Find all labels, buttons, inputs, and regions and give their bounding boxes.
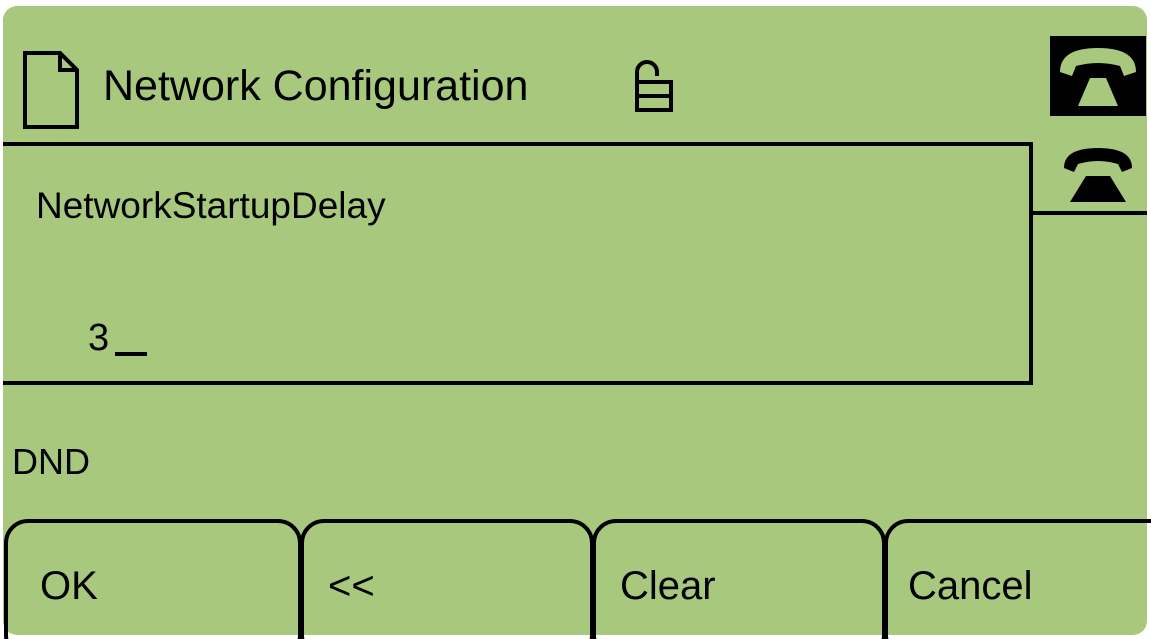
softkey-label: <<	[328, 564, 375, 608]
status-text: DND	[12, 441, 90, 482]
text-cursor	[115, 352, 147, 356]
softkey-label: Clear	[620, 564, 716, 608]
cancel-softkey[interactable]: Cancel	[884, 519, 1151, 639]
parameter-value-input[interactable]: 3	[88, 314, 109, 362]
parameter-name: NetworkStartupDelay	[36, 185, 386, 226]
phone-handset-offhook-icon[interactable]	[1050, 36, 1146, 116]
phone-screen: Network Configuration NetworkStartupDela…	[0, 0, 1151, 639]
phone-handset-icon[interactable]	[1060, 146, 1136, 204]
page-title: Network Configuration	[103, 62, 529, 110]
softkey-label: Cancel	[908, 564, 1033, 608]
clear-softkey[interactable]: Clear	[592, 519, 886, 639]
ok-softkey[interactable]: OK	[4, 519, 302, 639]
unlocked-padlock-icon	[635, 60, 673, 112]
softkey-label: OK	[40, 564, 98, 608]
document-icon	[23, 51, 79, 129]
backspace-softkey[interactable]: <<	[300, 519, 594, 639]
